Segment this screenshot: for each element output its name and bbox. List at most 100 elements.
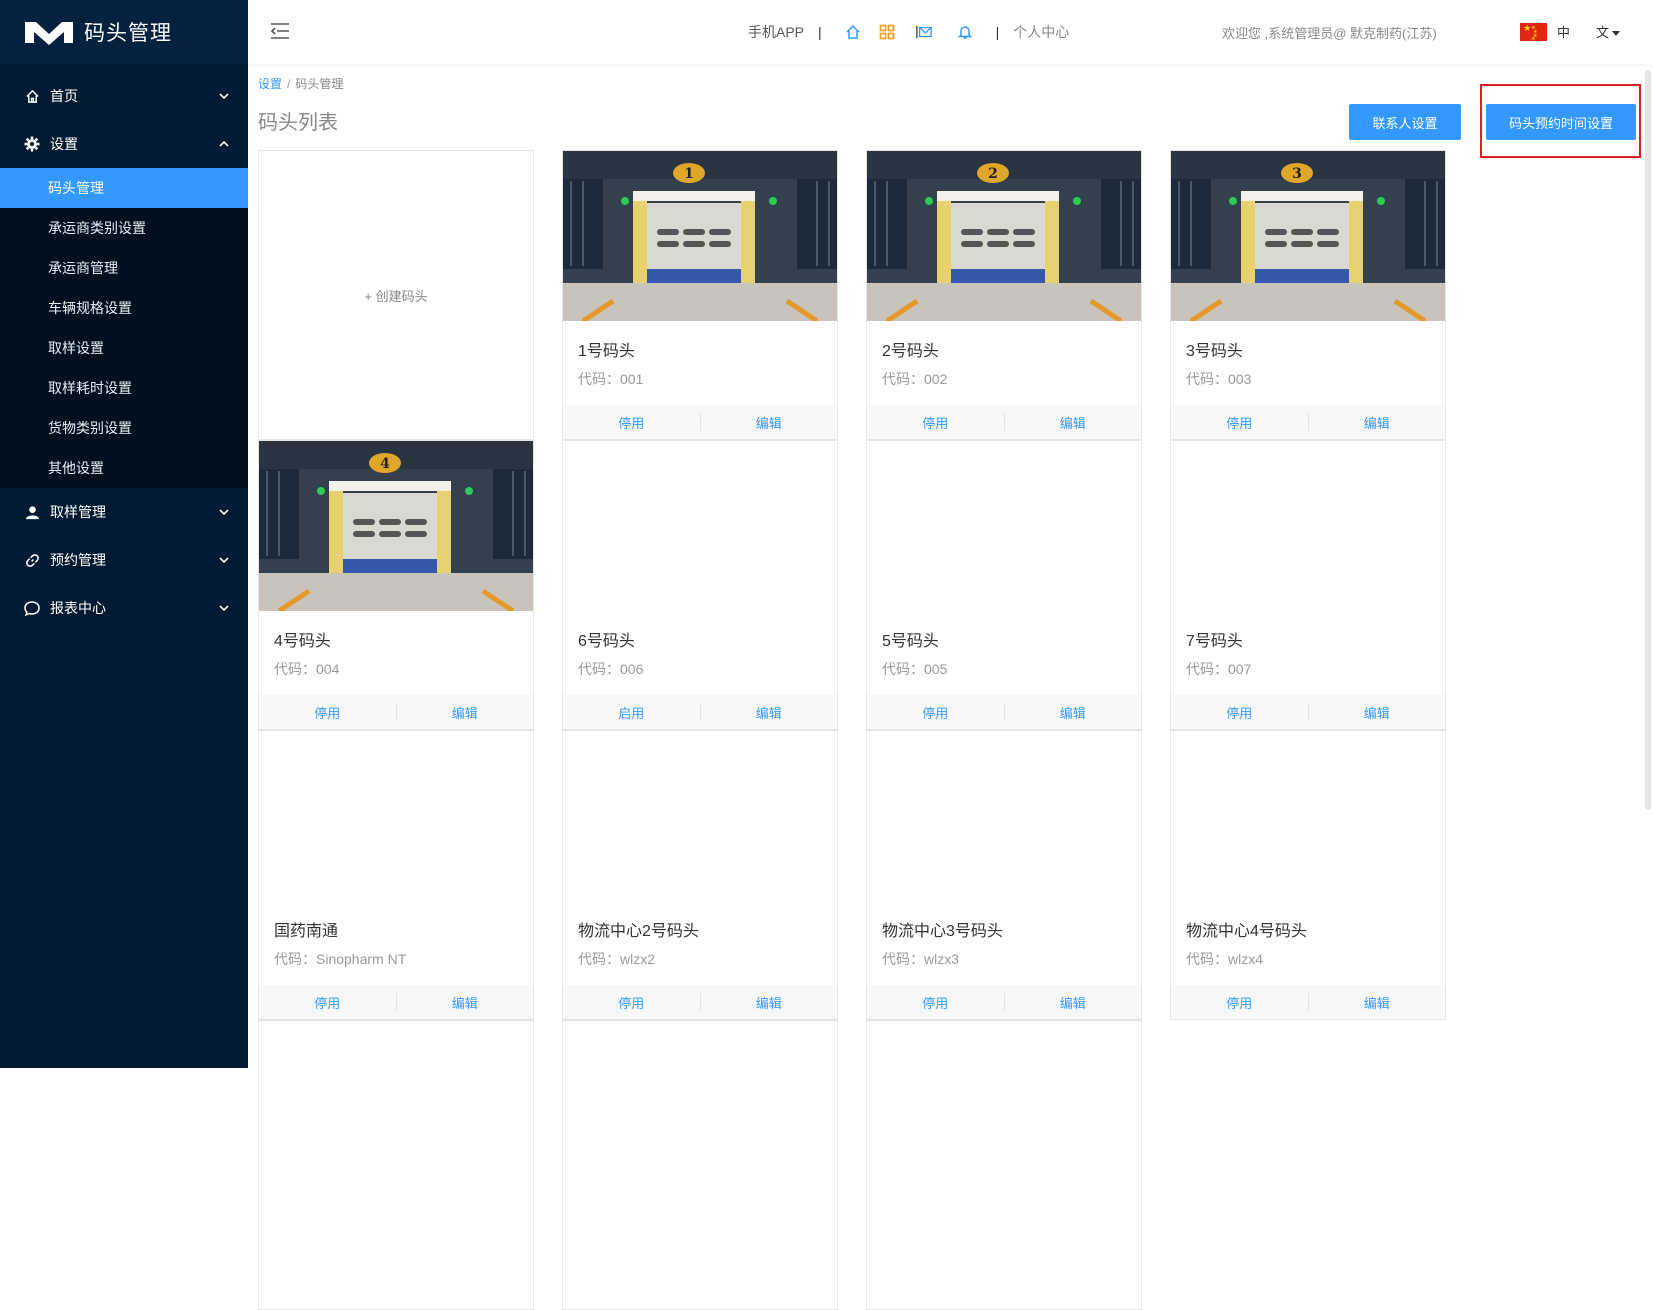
dock-toggle-status-button[interactable]: 停用 — [259, 993, 396, 1012]
create-dock-card[interactable]: + 创建码头 — [258, 150, 534, 440]
dock-actions: 停用 编辑 — [1171, 405, 1445, 439]
sidebar-item-other-settings[interactable]: 其他设置 — [0, 448, 248, 488]
dock-toggle-status-button[interactable]: 停用 — [563, 413, 700, 432]
home-icon[interactable] — [845, 24, 861, 40]
sidebar-item-sampling-settings[interactable]: 取样设置 — [0, 328, 248, 368]
dock-code-value: 007 — [1228, 661, 1252, 677]
menu-home[interactable]: 首页 — [0, 72, 248, 120]
personal-center-link[interactable]: 个人中心 — [1013, 22, 1069, 42]
dock-toggle-status-button[interactable]: 停用 — [867, 993, 1004, 1012]
language-switcher[interactable]: ★ ★ ★ ★ ★ 中 文 — [1520, 22, 1621, 42]
dock-toggle-status-button[interactable]: 停用 — [563, 993, 700, 1012]
dock-edit-button[interactable]: 编辑 — [1309, 413, 1446, 432]
dock-toggle-status-button[interactable]: 启用 — [563, 703, 700, 722]
dock-edit-button[interactable]: 编辑 — [397, 993, 534, 1012]
dock-card: 4 4号码头 代码：004 停用 编辑 — [258, 440, 534, 730]
dock-edit-button[interactable]: 编辑 — [1005, 993, 1142, 1012]
dock-edit-button[interactable]: 编辑 — [397, 703, 534, 722]
sidebar-item-sampling-time[interactable]: 取样耗时设置 — [0, 368, 248, 408]
sidebar-item-carrier-management[interactable]: 承运商管理 — [0, 248, 248, 288]
dock-toggle-status-button[interactable]: 停用 — [259, 703, 396, 722]
dock-name: 1号码头 — [578, 343, 635, 360]
contact-settings-button[interactable]: 联系人设置 — [1349, 104, 1461, 140]
menu-reservation-label: 预约管理 — [50, 552, 106, 568]
svg-text:2: 2 — [988, 166, 998, 182]
menu-sampling[interactable]: 取样管理 — [0, 488, 248, 536]
breadcrumb: 设置 / 码头管理 — [258, 77, 344, 91]
highlight-box — [1480, 84, 1641, 158]
dock-door-photo: 2 — [867, 151, 1141, 321]
dock-edit-button[interactable]: 编辑 — [1309, 703, 1446, 722]
dock-name: 物流中心2号码头 — [578, 923, 699, 940]
sidebar-item-vehicle-spec[interactable]: 车辆规格设置 — [0, 288, 248, 328]
dock-edit-button[interactable]: 编辑 — [701, 703, 838, 722]
scrollbar[interactable] — [1645, 70, 1651, 810]
dock-code-prefix: 代码： — [578, 371, 620, 387]
dock-name: 6号码头 — [578, 633, 635, 650]
dock-code: 代码：001 — [578, 369, 643, 389]
dock-code-value: 005 — [924, 661, 948, 677]
dock-door-photo: 3 — [1171, 151, 1445, 321]
dock-actions: 停用 编辑 — [867, 985, 1141, 1019]
apps-grid-icon[interactable] — [879, 24, 895, 40]
dock-name: 5号码头 — [882, 633, 939, 650]
chat-icon — [24, 600, 40, 616]
dock-code: 代码：005 — [882, 659, 947, 679]
dock-code-prefix: 代码： — [882, 661, 924, 677]
dock-actions: 停用 编辑 — [1171, 985, 1445, 1019]
dock-code-prefix: 代码： — [274, 951, 316, 967]
dock-door-photo: 1 — [563, 151, 837, 321]
dock-edit-button[interactable]: 编辑 — [1309, 993, 1446, 1012]
dock-edit-button[interactable]: 编辑 — [701, 993, 838, 1012]
dock-code-value: 004 — [316, 661, 340, 677]
dock-card: 2 2号码头 代码：002 停用 编辑 — [866, 150, 1142, 440]
bell-icon[interactable] — [957, 24, 973, 40]
dock-actions: 停用 编辑 — [563, 405, 837, 439]
dock-image: 2 — [867, 151, 1141, 321]
welcome-text: 欢迎您 ,系统管理员@ 默克制药(江苏) — [1222, 26, 1437, 41]
dock-name: 国药南通 — [274, 923, 339, 940]
brand: 码头管理 — [0, 0, 248, 64]
mobile-app-link[interactable]: 手机APP — [748, 22, 804, 42]
dock-image: 3 — [1171, 151, 1445, 321]
menu-toggle-icon[interactable] — [270, 22, 290, 40]
menu-settings[interactable]: 设置 — [0, 120, 248, 168]
dock-card: 物流中心4号码头 代码：wlzx4 停用 编辑 — [1170, 730, 1446, 1020]
language-dropdown[interactable]: 文 — [1596, 22, 1621, 41]
dock-code-prefix: 代码： — [882, 951, 924, 967]
app-title: 码头管理 — [84, 22, 172, 45]
dock-edit-button[interactable]: 编辑 — [701, 413, 838, 432]
sidebar-item-carrier-category[interactable]: 承运商类别设置 — [0, 208, 248, 248]
dock-edit-button[interactable]: 编辑 — [1005, 703, 1142, 722]
chevron-down-icon — [219, 93, 229, 100]
separator: | — [995, 24, 1000, 40]
dock-toggle-status-button[interactable]: 停用 — [1171, 993, 1308, 1012]
sidebar-item-dock-management[interactable]: 码头管理 — [0, 168, 248, 208]
svg-text:4: 4 — [380, 456, 390, 472]
mail-icon[interactable] — [915, 24, 932, 40]
dock-toggle-status-button[interactable]: 停用 — [1171, 413, 1308, 432]
dock-code-value: 003 — [1228, 371, 1252, 387]
dock-toggle-status-button[interactable]: 停用 — [1171, 703, 1308, 722]
sidebar-item-goods-category[interactable]: 货物类别设置 — [0, 408, 248, 448]
dock-name: 7号码头 — [1186, 633, 1243, 650]
menu-reservation[interactable]: 预约管理 — [0, 536, 248, 584]
language-dropdown-label: 文 — [1596, 25, 1610, 40]
dock-code: 代码：004 — [274, 659, 339, 679]
dock-toggle-status-button[interactable]: 停用 — [867, 413, 1004, 432]
dock-name: 物流中心3号码头 — [882, 923, 1003, 940]
menu-reports[interactable]: 报表中心 — [0, 584, 248, 632]
breadcrumb-settings[interactable]: 设置 — [258, 77, 282, 91]
caret-down-icon — [1612, 31, 1621, 37]
dock-code-value: Sinopharm NT — [316, 951, 407, 967]
menu-settings-label: 设置 — [50, 136, 78, 152]
gear-icon — [24, 136, 40, 152]
dock-card: 3 3号码头 代码：003 停用 编辑 — [1170, 150, 1446, 440]
dock-code: 代码：006 — [578, 659, 643, 679]
dock-name: 2号码头 — [882, 343, 939, 360]
separator: | — [818, 24, 822, 40]
dock-code: 代码：007 — [1186, 659, 1251, 679]
dock-edit-button[interactable]: 编辑 — [1005, 413, 1142, 432]
dock-card — [258, 1020, 534, 1310]
dock-toggle-status-button[interactable]: 停用 — [867, 703, 1004, 722]
